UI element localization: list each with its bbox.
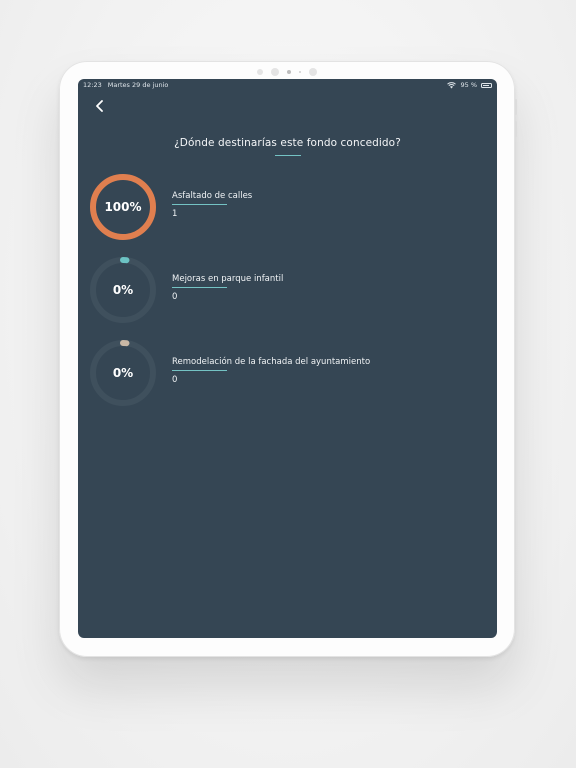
sensor-dot	[257, 69, 263, 75]
option-vote-count: 0	[172, 292, 178, 302]
option-percentage-ring: 100%	[88, 172, 158, 242]
sensor-dot	[309, 68, 317, 76]
status-right-group: 95 %	[447, 81, 492, 89]
status-time: 12:23	[83, 81, 102, 89]
option-label: Asfaltado de calles	[172, 191, 253, 201]
title-underline	[275, 155, 301, 156]
option-percentage: 100%	[104, 200, 142, 214]
option-percentage-ring: 0%	[88, 338, 158, 408]
back-button[interactable]	[91, 97, 107, 115]
option-percentage-ring: 0%	[88, 255, 158, 325]
chevron-left-icon	[95, 100, 103, 112]
battery-percentage: 95 %	[460, 81, 477, 89]
survey-option-asfaltado[interactable]: 100% Asfaltado de calles 1	[88, 172, 488, 244]
marketing-canvas: 12:23 Martes 29 de junio 95 % ¿Dónde des…	[0, 0, 576, 768]
option-vote-count: 1	[172, 209, 178, 219]
survey-option-parque[interactable]: 0% Mejoras en parque infantil 0	[88, 255, 488, 327]
app-screen: 12:23 Martes 29 de junio 95 % ¿Dónde des…	[78, 79, 497, 638]
status-bar: 12:23 Martes 29 de junio 95 %	[78, 79, 497, 91]
survey-question: ¿Dónde destinarías este fondo concedido?	[174, 137, 401, 149]
camera-sensor-bar	[59, 67, 515, 77]
status-date: Martes 29 de junio	[107, 81, 169, 89]
option-percentage: 0%	[112, 283, 134, 297]
side-button-bottom	[515, 121, 517, 137]
camera-lens	[287, 70, 291, 74]
option-label: Mejoras en parque infantil	[172, 274, 284, 284]
wifi-icon	[447, 81, 457, 88]
survey-option-fachada[interactable]: 0% Remodelación de la fachada del ayunta…	[88, 338, 488, 410]
battery-icon	[481, 82, 492, 88]
option-label: Remodelación de la fachada del ayuntamie…	[172, 357, 371, 367]
option-underline	[172, 287, 227, 288]
option-percentage: 0%	[112, 366, 134, 380]
option-underline	[172, 370, 227, 371]
sensor-dot	[271, 68, 279, 76]
sensor-dot	[299, 71, 301, 73]
option-underline	[172, 204, 227, 205]
tablet-device-frame: 12:23 Martes 29 de junio 95 % ¿Dónde des…	[59, 61, 517, 657]
side-button-top	[515, 99, 517, 115]
option-vote-count: 0	[172, 375, 178, 385]
